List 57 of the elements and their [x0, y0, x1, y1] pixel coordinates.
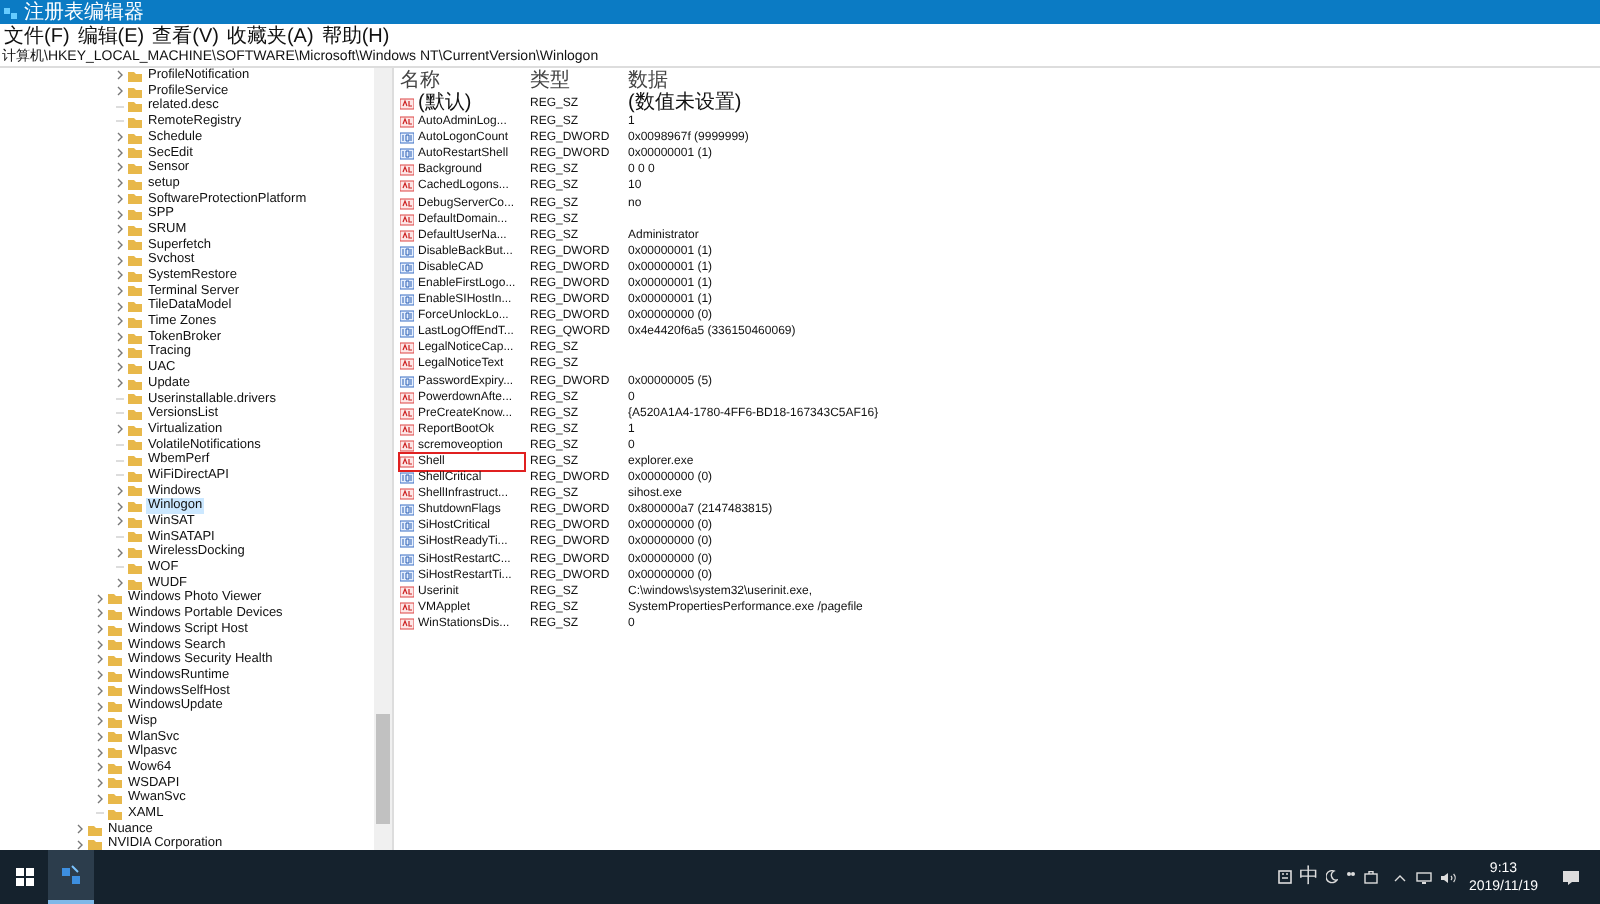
- scrollbar[interactable]: [374, 68, 392, 850]
- string-value-icon: [400, 213, 414, 226]
- keyboard-icon[interactable]: [1278, 870, 1293, 884]
- string-value-icon: [400, 488, 414, 501]
- binary-value-icon: [400, 245, 414, 258]
- chevron-up-icon[interactable]: [1394, 873, 1407, 881]
- string-value-icon: [400, 97, 414, 109]
- column-header[interactable]: 类型: [524, 69, 628, 91]
- binary-value-icon: [400, 375, 414, 388]
- menu-item[interactable]: 收藏夹(A): [226, 25, 314, 47]
- string-value-icon: [400, 358, 414, 371]
- string-value-icon: [400, 116, 414, 129]
- value-name[interactable]: (默认): [418, 92, 472, 114]
- moon-icon[interactable]: [1326, 870, 1339, 884]
- binary-value-icon: [400, 472, 414, 485]
- binary-value-icon: [400, 294, 414, 307]
- binary-value-icon: [400, 504, 414, 517]
- value-data: (数值未设置): [628, 92, 742, 114]
- menu-item[interactable]: 帮助(H): [321, 25, 390, 47]
- menu-item[interactable]: 查看(V): [152, 25, 219, 47]
- string-value-icon: [400, 407, 414, 420]
- scrollbar-thumb[interactable]: [376, 714, 390, 824]
- binary-value-icon: [400, 569, 414, 582]
- taskbar-app-button[interactable]: [48, 850, 94, 904]
- volume-icon[interactable]: [1440, 871, 1457, 883]
- string-value-icon: [400, 391, 414, 404]
- binary-value-icon: [400, 132, 414, 145]
- menu-item[interactable]: 文件(F): [4, 25, 70, 47]
- string-value-icon: [400, 439, 414, 452]
- string-value-icon: [400, 197, 414, 210]
- column-header[interactable]: 数据: [628, 69, 928, 91]
- string-value-icon: [400, 342, 414, 355]
- windows-logo-icon: [15, 868, 33, 886]
- binary-value-icon: [400, 536, 414, 549]
- binary-value-icon: [400, 553, 414, 566]
- binary-value-icon: [400, 277, 414, 290]
- string-value-icon: [400, 164, 414, 177]
- notification-icon[interactable]: [1562, 869, 1580, 885]
- registry-cubes-icon: [60, 864, 82, 886]
- binary-value-icon: [400, 520, 414, 533]
- string-value-icon: [400, 229, 414, 242]
- registry-editor-icon: [4, 5, 18, 19]
- string-value-icon: [400, 180, 414, 193]
- string-value-icon: [400, 423, 414, 436]
- window-title: 注册表编辑器: [24, 1, 144, 23]
- string-value-icon: [400, 617, 414, 630]
- binary-value-icon: [400, 326, 414, 339]
- string-value-icon: [400, 601, 414, 614]
- ime-indicator[interactable]: 中: [1298, 866, 1319, 888]
- binary-value-icon: [400, 148, 414, 161]
- string-value-icon: [400, 585, 414, 598]
- column-header[interactable]: 名称: [400, 69, 524, 91]
- menu-item[interactable]: 编辑(E): [77, 25, 145, 47]
- toolbox-icon[interactable]: [1364, 870, 1379, 884]
- string-value-icon: [400, 456, 414, 469]
- binary-value-icon: [400, 261, 414, 274]
- binary-value-icon: [400, 310, 414, 323]
